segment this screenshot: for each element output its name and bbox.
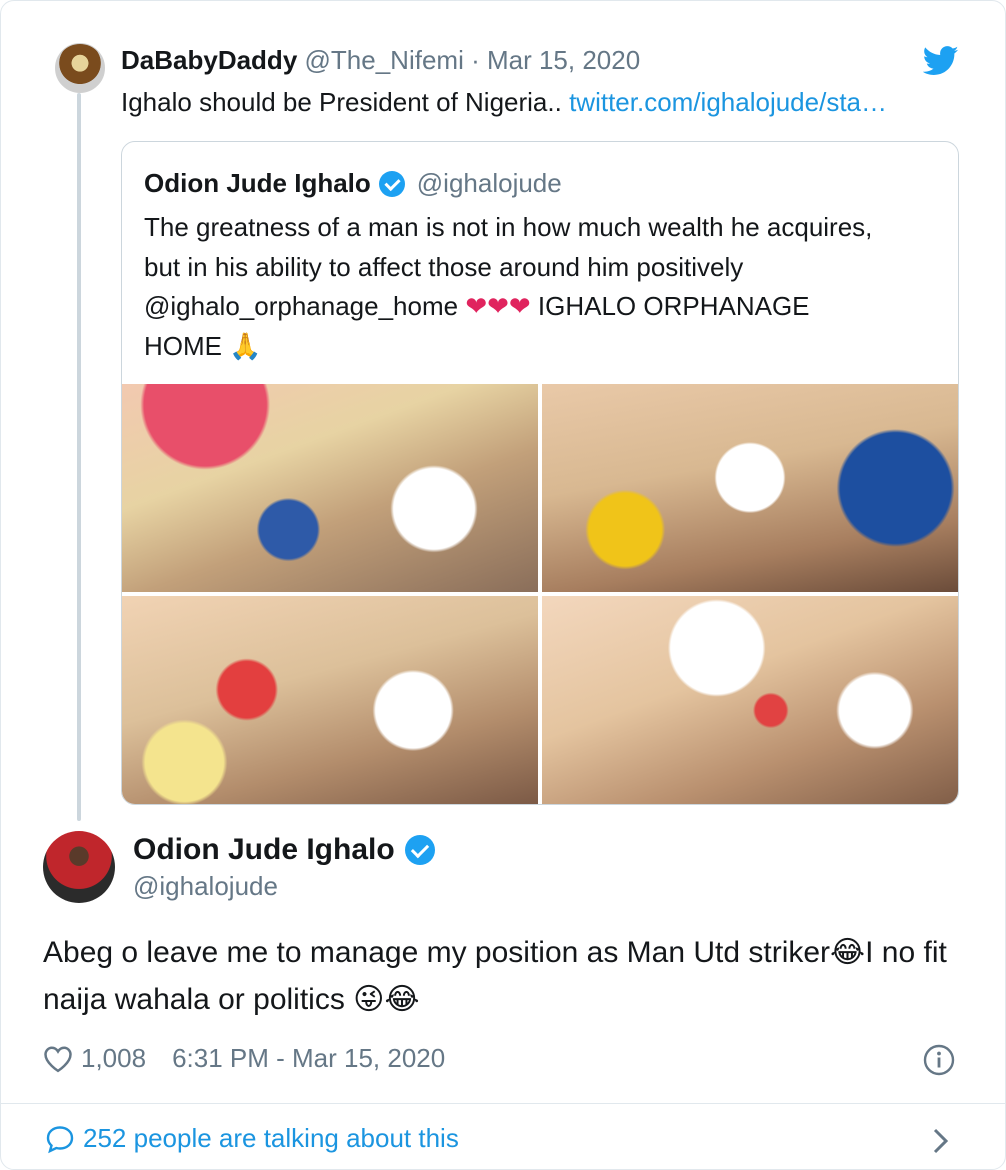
- main-text-fragment: Abeg o leave me to manage my position as…: [43, 936, 831, 969]
- verified-badge-icon: [404, 835, 435, 865]
- thread-line: [77, 93, 81, 821]
- main-tweet-text: Abeg o leave me to manage my position as…: [43, 929, 963, 1023]
- quoted-author-name[interactable]: Odion Jude Ighalo: [144, 168, 371, 199]
- orphanage-mention[interactable]: @ighalo_orphanage_home: [144, 291, 465, 321]
- quoted-tweet[interactable]: Odion Jude Ighalo @ighalojude The greatn…: [121, 141, 959, 805]
- tweet-stats: 1,008 6:31 PM - Mar 15, 2020: [43, 1043, 445, 1074]
- verified-badge-icon: [378, 170, 405, 197]
- chevron-right-icon[interactable]: [931, 1127, 951, 1155]
- folded-hands-emoji: 🙏: [229, 330, 262, 361]
- quoted-text-fragment: HOME: [144, 330, 230, 361]
- parent-tweet-text: Ighalo should be President of Nigeria.. …: [121, 87, 887, 118]
- quoted-text-fragment: IGHALO ORPHANAGE: [530, 291, 810, 321]
- winking-tongue-emoji: 😜: [353, 983, 385, 1016]
- tweet-embed-card: DaBabyDaddy @The_Nifemi · Mar 15, 2020 I…: [0, 0, 1006, 1170]
- quoted-text-line: HOME 🙏: [144, 327, 934, 367]
- parent-author-name[interactable]: DaBabyDaddy: [121, 45, 297, 75]
- speech-bubble-icon: [46, 1125, 74, 1153]
- footer-divider: [1, 1103, 1005, 1104]
- header-separator: ·: [463, 45, 487, 75]
- twitter-bird-icon[interactable]: [923, 45, 959, 77]
- quoted-tweet-text: The greatness of a man is not in how muc…: [144, 208, 934, 366]
- main-avatar[interactable]: [43, 831, 115, 903]
- photo-4[interactable]: [542, 596, 958, 804]
- parent-author-handle[interactable]: @The_Nifemi: [305, 45, 464, 75]
- photo-3[interactable]: [122, 596, 538, 804]
- laughing-tears-emoji: 😂: [384, 983, 420, 1016]
- parent-avatar[interactable]: [55, 43, 105, 93]
- laughing-tears-emoji: 😂: [830, 936, 866, 969]
- quoted-text-line: @ighalo_orphanage_home ❤❤❤ IGHALO ORPHAN…: [144, 287, 934, 327]
- quoted-text-line: The greatness of a man is not in how muc…: [144, 212, 873, 242]
- red-hearts-emoji: ❤❤❤: [465, 291, 531, 321]
- parent-tweet-header: DaBabyDaddy @The_Nifemi · Mar 15, 2020: [121, 45, 640, 76]
- quoted-tweet-link[interactable]: twitter.com/ighalojude/sta…: [569, 87, 887, 117]
- quoted-tweet-header: Odion Jude Ighalo @ighalojude: [144, 168, 562, 199]
- like-count[interactable]: 1,008: [81, 1043, 146, 1074]
- conversation-text: 252 people are talking about this: [83, 1123, 459, 1153]
- photo-1[interactable]: [122, 384, 538, 592]
- parent-tweet-date[interactable]: Mar 15, 2020: [487, 45, 640, 75]
- photo-2[interactable]: [542, 384, 958, 592]
- tweet-timestamp[interactable]: 6:31 PM - Mar 15, 2020: [172, 1043, 445, 1074]
- heart-icon[interactable]: [43, 1045, 73, 1073]
- parent-tweet-body: Ighalo should be President of Nigeria..: [121, 87, 562, 117]
- quoted-author-handle[interactable]: @ighalojude: [417, 168, 562, 199]
- quoted-text-line: but in his ability to affect those aroun…: [144, 251, 744, 282]
- main-author: Odion Jude Ighalo: [133, 833, 435, 867]
- conversation-link[interactable]: 252 people are talking about this: [45, 1123, 459, 1154]
- info-icon[interactable]: [923, 1044, 955, 1076]
- main-author-handle[interactable]: @ighalojude: [133, 871, 278, 902]
- photo-grid: [122, 384, 958, 804]
- main-author-name[interactable]: Odion Jude Ighalo: [133, 833, 395, 867]
